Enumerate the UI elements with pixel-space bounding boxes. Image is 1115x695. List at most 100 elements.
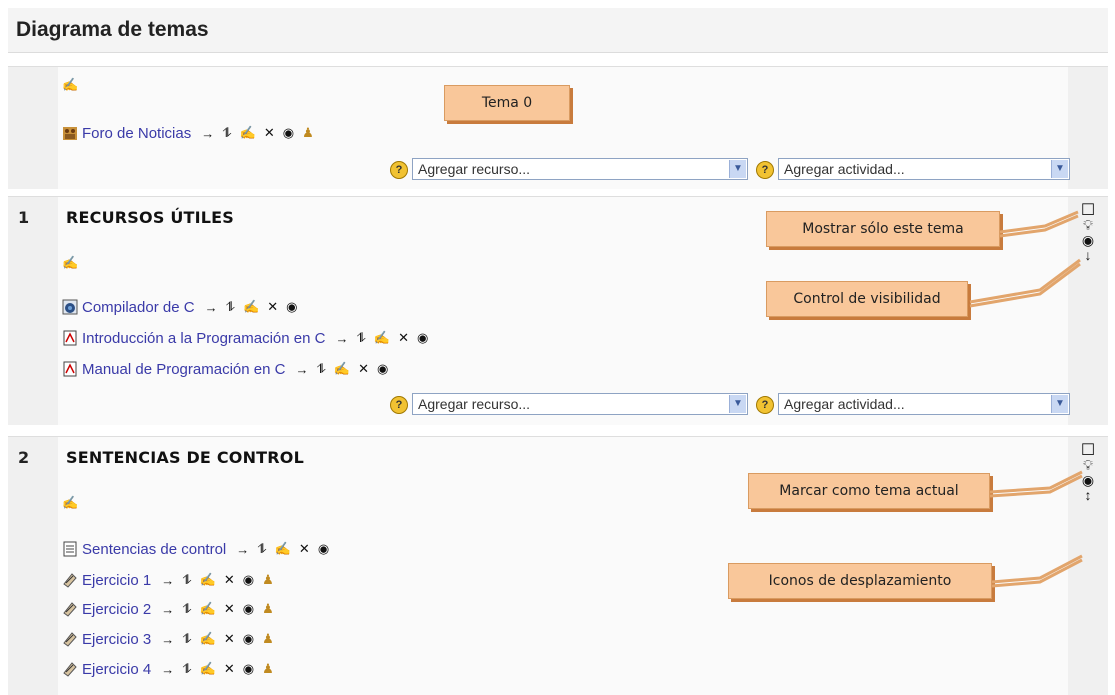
- edit-icon[interactable]: ✍: [200, 631, 219, 647]
- group-mode-icon[interactable]: ♟: [262, 572, 277, 588]
- activity-tools: → ⥮ ✍ ✕ ◉ ♟: [161, 572, 277, 588]
- section-controls: ☐ 💡︎ ◉ ↕: [1078, 443, 1098, 503]
- activity-tools: → ⥮ ✍ ✕ ◉: [236, 541, 332, 557]
- section-title: SENTENCIAS DE CONTROL: [66, 448, 304, 467]
- eye-icon[interactable]: ◉: [318, 541, 332, 557]
- move-right-icon[interactable]: →: [205, 300, 221, 315]
- edit-icon[interactable]: ✍: [200, 601, 219, 617]
- activity-link[interactable]: Ejercicio 4: [82, 661, 151, 678]
- activity-tools: → ⥮ ✍ ✕ ◉ ♟: [201, 125, 317, 141]
- move-up-down-icon[interactable]: ↕: [1078, 488, 1098, 503]
- section-controls: ☐ 💡︎ ◉ ↓: [1078, 203, 1098, 263]
- edit-icon[interactable]: ✍: [200, 572, 219, 588]
- activity-introduccion: Introducción a la Programación en C → ⥮ …: [62, 328, 431, 348]
- eye-icon[interactable]: ◉: [243, 631, 257, 647]
- edit-summary-icon[interactable]: ✍: [62, 495, 78, 511]
- activity-ejercicio-3: Ejercicio 3 → ⥮ ✍ ✕ ◉ ♟: [62, 629, 277, 649]
- show-only-section-icon[interactable]: ☐: [1078, 203, 1098, 219]
- edit-icon[interactable]: ✍: [243, 299, 262, 315]
- eye-icon[interactable]: ◉: [243, 572, 257, 588]
- delete-icon[interactable]: ✕: [224, 572, 238, 588]
- activity-tools: → ⥮ ✍ ✕ ◉ ♟: [161, 601, 277, 617]
- delete-icon[interactable]: ✕: [267, 299, 281, 315]
- edit-icon[interactable]: ✍: [275, 541, 294, 557]
- chevron-down-icon: ▼: [729, 395, 746, 413]
- activity-link[interactable]: Manual de Programación en C: [82, 361, 285, 378]
- move-right-icon[interactable]: →: [161, 602, 177, 617]
- section-number: 1: [18, 208, 30, 227]
- eye-visibility-icon[interactable]: ◉: [1078, 233, 1098, 248]
- move-right-icon[interactable]: →: [161, 632, 177, 647]
- activity-link[interactable]: Ejercicio 2: [82, 601, 151, 618]
- move-right-icon[interactable]: →: [201, 126, 217, 141]
- eye-icon[interactable]: ◉: [417, 330, 431, 346]
- eye-visibility-icon[interactable]: ◉: [1078, 473, 1098, 488]
- eye-icon[interactable]: ◉: [377, 361, 391, 377]
- page-icon: [62, 541, 78, 557]
- chevron-down-icon: ▼: [1051, 395, 1068, 413]
- help-icon[interactable]: ?: [756, 396, 774, 414]
- section-title: RECURSOS ÚTILES: [66, 208, 235, 227]
- edit-summary-icon[interactable]: ✍: [62, 255, 78, 271]
- highlight-lightbulb-icon[interactable]: 💡︎: [1078, 218, 1098, 233]
- add-activity-select[interactable]: Agregar actividad... ▼: [778, 158, 1070, 180]
- activity-link[interactable]: Compilador de C: [82, 299, 195, 316]
- move-icon[interactable]: ⥮: [257, 541, 269, 557]
- activity-tools: → ⥮ ✍ ✕ ◉: [205, 299, 301, 315]
- assignment-icon: [62, 631, 78, 647]
- add-activity-select[interactable]: Agregar actividad... ▼: [778, 393, 1070, 415]
- delete-icon[interactable]: ✕: [358, 361, 372, 377]
- group-mode-icon[interactable]: ♟: [262, 631, 277, 647]
- help-icon[interactable]: ?: [756, 161, 774, 179]
- delete-icon[interactable]: ✕: [299, 541, 313, 557]
- move-icon[interactable]: ⥮: [182, 601, 194, 617]
- move-icon[interactable]: ⥮: [182, 661, 194, 677]
- delete-icon[interactable]: ✕: [224, 661, 238, 677]
- eye-icon[interactable]: ◉: [286, 299, 300, 315]
- move-right-icon[interactable]: →: [161, 573, 177, 588]
- delete-icon[interactable]: ✕: [224, 631, 238, 647]
- activity-link[interactable]: Foro de Noticias: [82, 125, 191, 142]
- move-icon[interactable]: ⥮: [182, 631, 194, 647]
- group-mode-icon[interactable]: ♟: [262, 601, 277, 617]
- group-mode-icon[interactable]: ♟: [262, 661, 277, 677]
- move-icon[interactable]: ⥮: [222, 125, 234, 141]
- edit-icon[interactable]: ✍: [334, 361, 353, 377]
- delete-icon[interactable]: ✕: [264, 125, 278, 141]
- edit-icon[interactable]: ✍: [240, 125, 259, 141]
- activity-tools: → ⥮ ✍ ✕ ◉ ♟: [161, 661, 277, 677]
- move-icon[interactable]: ⥮: [226, 299, 238, 315]
- move-icon[interactable]: ⥮: [182, 572, 194, 588]
- assignment-icon: [62, 572, 78, 588]
- eye-icon[interactable]: ◉: [243, 601, 257, 617]
- move-right-icon[interactable]: →: [335, 331, 351, 346]
- activity-sentencias: Sentencias de control → ⥮ ✍ ✕ ◉: [62, 539, 332, 559]
- edit-icon[interactable]: ✍: [374, 330, 393, 346]
- move-right-icon[interactable]: →: [161, 662, 177, 677]
- show-only-section-icon[interactable]: ☐: [1078, 443, 1098, 459]
- activity-foro: Foro de Noticias → ⥮ ✍ ✕ ◉ ♟: [62, 123, 317, 143]
- activity-link[interactable]: Introducción a la Programación en C: [82, 330, 325, 347]
- group-mode-icon[interactable]: ♟: [302, 125, 317, 141]
- pdf-icon: [62, 361, 78, 377]
- add-resource-select[interactable]: Agregar recurso... ▼: [412, 393, 748, 415]
- activity-link[interactable]: Ejercicio 1: [82, 572, 151, 589]
- move-right-icon[interactable]: →: [236, 542, 252, 557]
- activity-link[interactable]: Sentencias de control: [82, 541, 226, 558]
- move-icon[interactable]: ⥮: [356, 330, 368, 346]
- move-right-icon[interactable]: →: [295, 362, 311, 377]
- edit-icon[interactable]: ✍: [200, 661, 219, 677]
- forum-icon: [62, 125, 78, 141]
- eye-icon[interactable]: ◉: [283, 125, 297, 141]
- delete-icon[interactable]: ✕: [398, 330, 412, 346]
- delete-icon[interactable]: ✕: [224, 601, 238, 617]
- help-icon[interactable]: ?: [390, 161, 408, 179]
- move-down-icon[interactable]: ↓: [1078, 248, 1098, 263]
- edit-summary-icon[interactable]: ✍: [62, 77, 78, 93]
- move-icon[interactable]: ⥮: [316, 361, 328, 377]
- highlight-lightbulb-icon[interactable]: 💡︎: [1078, 458, 1098, 473]
- help-icon[interactable]: ?: [390, 396, 408, 414]
- activity-link[interactable]: Ejercicio 3: [82, 631, 151, 648]
- eye-icon[interactable]: ◉: [243, 661, 257, 677]
- add-resource-select[interactable]: Agregar recurso... ▼: [412, 158, 748, 180]
